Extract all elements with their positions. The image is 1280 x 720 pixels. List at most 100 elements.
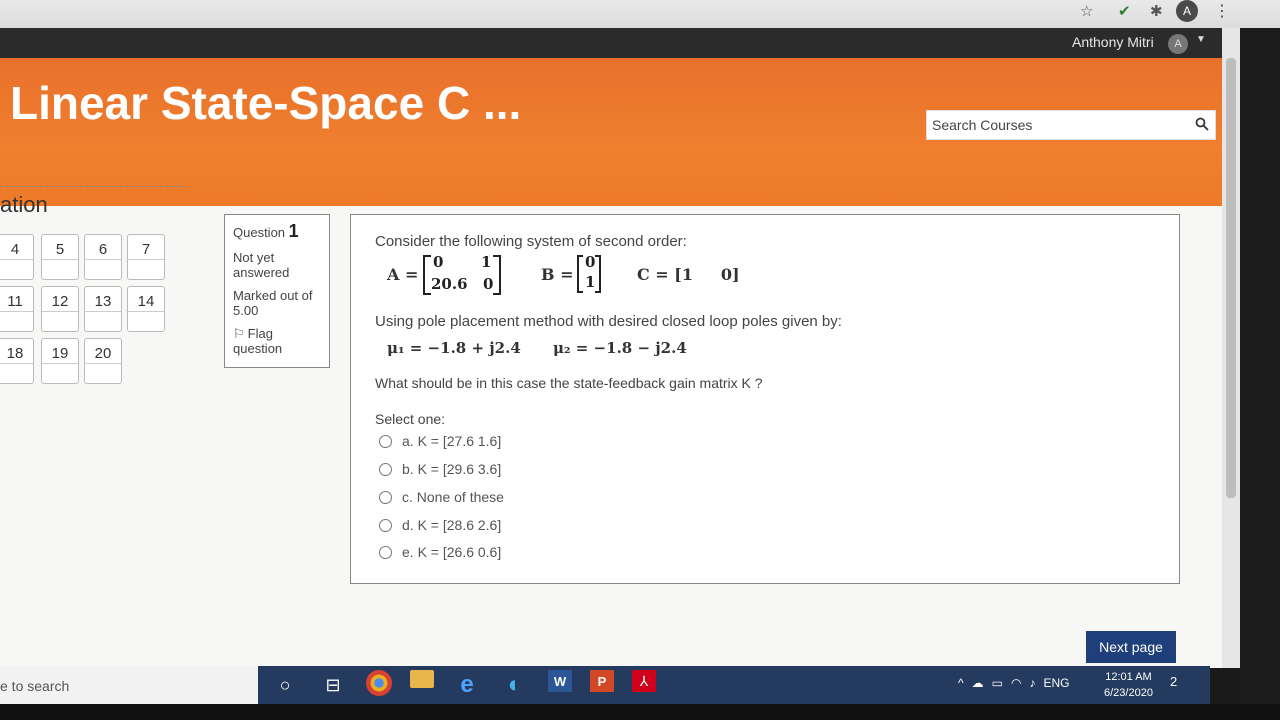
taskbar-search-text: e to search: [0, 678, 70, 694]
tray-expand-icon[interactable]: ^: [958, 676, 964, 690]
answer-option-d[interactable]: d. K = [28.6 2.6]: [379, 517, 501, 533]
answer-option-a[interactable]: a. K = [27.6 1.6]: [379, 433, 501, 449]
file-explorer-icon[interactable]: [410, 670, 434, 688]
radio-button[interactable]: [379, 490, 392, 504]
course-banner: Linear State-Space C ...: [0, 58, 1222, 206]
question-nav-item[interactable]: 4: [0, 234, 34, 280]
question-intro: Consider the following system of second …: [375, 233, 687, 250]
matrix-a-left-bracket: [423, 255, 431, 295]
answer-label: c. None of these: [402, 489, 504, 505]
course-page: Anthony Mitri A ▼ Linear State-Space C .…: [0, 28, 1222, 668]
browser-toolbar: ☆ ✔ ✱ A ⋮: [0, 0, 1280, 28]
answer-option-e[interactable]: e. K = [26.6 0.6]: [379, 544, 501, 560]
radio-button[interactable]: [379, 462, 392, 476]
powerpoint-icon[interactable]: P: [590, 670, 614, 692]
screen-bezel-bottom: [0, 704, 1280, 720]
question-number: 1: [288, 221, 299, 241]
extension-icon[interactable]: ✔: [1118, 2, 1131, 20]
taskbar-apps: ○ ⊟ e ◐ W P ⅄: [270, 670, 656, 700]
quiz-navigation-title: ation: [0, 192, 48, 217]
question-nav-item[interactable]: 14: [127, 286, 165, 332]
flag-question-link[interactable]: ⚐ Flag question: [233, 326, 321, 356]
windows-taskbar: e to search ○ ⊟ e ◐ W P ⅄ ^ ☁ ▭ ◠ ♪ ENG …: [0, 666, 1210, 704]
search-box: [926, 110, 1216, 140]
matrix-b-cell: 0: [585, 253, 596, 271]
user-bar: Anthony Mitri A ▼: [0, 28, 1222, 58]
task-view-icon[interactable]: ⊟: [318, 670, 348, 700]
radio-button[interactable]: [379, 518, 392, 532]
answer-label: a. K = [27.6 1.6]: [402, 433, 502, 449]
question-nav-item[interactable]: 11: [0, 286, 34, 332]
browser-profile-avatar[interactable]: A: [1176, 0, 1198, 22]
acrobat-icon[interactable]: ⅄: [632, 670, 656, 692]
question-ask: What should be in this case the state-fe…: [375, 375, 763, 391]
clock-date: 6/23/2020: [1104, 687, 1153, 699]
question-nav-item[interactable]: 13: [84, 286, 122, 332]
question-label: Question: [233, 225, 286, 240]
notification-center-icon[interactable]: 2: [1170, 674, 1190, 694]
question-nav-item[interactable]: 7: [127, 234, 165, 280]
radio-button[interactable]: [379, 434, 392, 448]
select-one-label: Select one:: [375, 411, 446, 427]
question-marks: Marked out of 5.00: [233, 288, 313, 318]
question-content: Consider the following system of second …: [350, 214, 1180, 584]
pole-mu2: μ₂ = −1.8 − j2.4: [553, 339, 687, 357]
word-icon[interactable]: W: [548, 670, 572, 692]
question-nav-item[interactable]: 18: [0, 338, 34, 384]
star-icon[interactable]: ☆: [1080, 2, 1093, 20]
answer-label: d. K = [28.6 2.6]: [402, 517, 502, 533]
pole-mu1: μ₁ = −1.8 + j2.4: [387, 339, 521, 357]
answer-label: b. K = [29.6 3.6]: [402, 461, 502, 477]
onedrive-icon[interactable]: ☁: [972, 676, 984, 690]
answer-option-b[interactable]: b. K = [29.6 3.6]: [379, 461, 501, 477]
edge-icon[interactable]: ◐: [500, 670, 530, 700]
question-nav-item[interactable]: 12: [41, 286, 79, 332]
user-menu-caret-icon[interactable]: ▼: [1196, 34, 1206, 45]
clock-time: 12:01 AM: [1105, 671, 1152, 683]
question-info-panel: Question 1 Not yet answered Marked out o…: [224, 214, 330, 368]
matrix-b-right-bracket: [595, 255, 601, 293]
matrix-b-cell: 1: [585, 273, 596, 291]
language-indicator[interactable]: ENG: [1043, 676, 1069, 690]
system-tray: ^ ☁ ▭ ◠ ♪ ENG: [958, 676, 1069, 690]
notification-count: 2: [1170, 674, 1178, 689]
user-name[interactable]: Anthony Mitri: [1072, 34, 1154, 50]
matrix-c: C = [1 0]: [637, 265, 740, 284]
course-title[interactable]: Linear State-Space C ...: [10, 76, 521, 130]
question-nav-item[interactable]: 19: [41, 338, 79, 384]
question-nav-item[interactable]: 6: [84, 234, 122, 280]
cortana-icon[interactable]: ○: [270, 670, 300, 700]
taskbar-clock[interactable]: 12:01 AM 6/23/2020: [1104, 669, 1153, 701]
scrollbar-thumb[interactable]: [1226, 58, 1236, 498]
matrix-a-right-bracket: [493, 255, 501, 295]
pole-placement-text: Using pole placement method with desired…: [375, 313, 842, 330]
browser-menu-icon[interactable]: ⋮: [1214, 1, 1230, 21]
radio-button[interactable]: [379, 545, 392, 559]
question-nav-item[interactable]: 5: [41, 234, 79, 280]
divider: [0, 186, 188, 187]
flag-icon: ⚐: [233, 326, 245, 341]
chrome-icon[interactable]: [366, 670, 392, 696]
taskbar-search[interactable]: e to search: [0, 666, 258, 704]
matrix-b-label: B =: [541, 265, 574, 284]
answer-label: e. K = [26.6 0.6]: [402, 544, 502, 560]
next-page-button[interactable]: Next page: [1086, 631, 1176, 663]
answer-option-c[interactable]: c. None of these: [379, 489, 504, 505]
page-scrollbar[interactable]: [1222, 28, 1240, 668]
screen-bezel: [1240, 28, 1280, 708]
user-avatar[interactable]: A: [1168, 34, 1188, 54]
matrix-a-label: A =: [387, 265, 419, 284]
internet-explorer-icon[interactable]: e: [452, 670, 482, 700]
matrix-a-cell: 20.6: [431, 275, 468, 293]
question-nav-item[interactable]: 20: [84, 338, 122, 384]
puzzle-icon[interactable]: ✱: [1150, 2, 1163, 20]
search-input[interactable]: [927, 111, 1177, 139]
matrix-a-cell: 1: [481, 253, 492, 271]
matrix-b-left-bracket: [577, 255, 583, 293]
matrix-a-cell: 0: [483, 275, 494, 293]
question-status: Not yet answered: [233, 250, 290, 280]
wifi-icon[interactable]: ◠: [1011, 676, 1021, 690]
volume-icon[interactable]: ♪: [1029, 676, 1035, 690]
search-icon[interactable]: [1195, 117, 1209, 131]
battery-icon[interactable]: ▭: [992, 676, 1003, 690]
